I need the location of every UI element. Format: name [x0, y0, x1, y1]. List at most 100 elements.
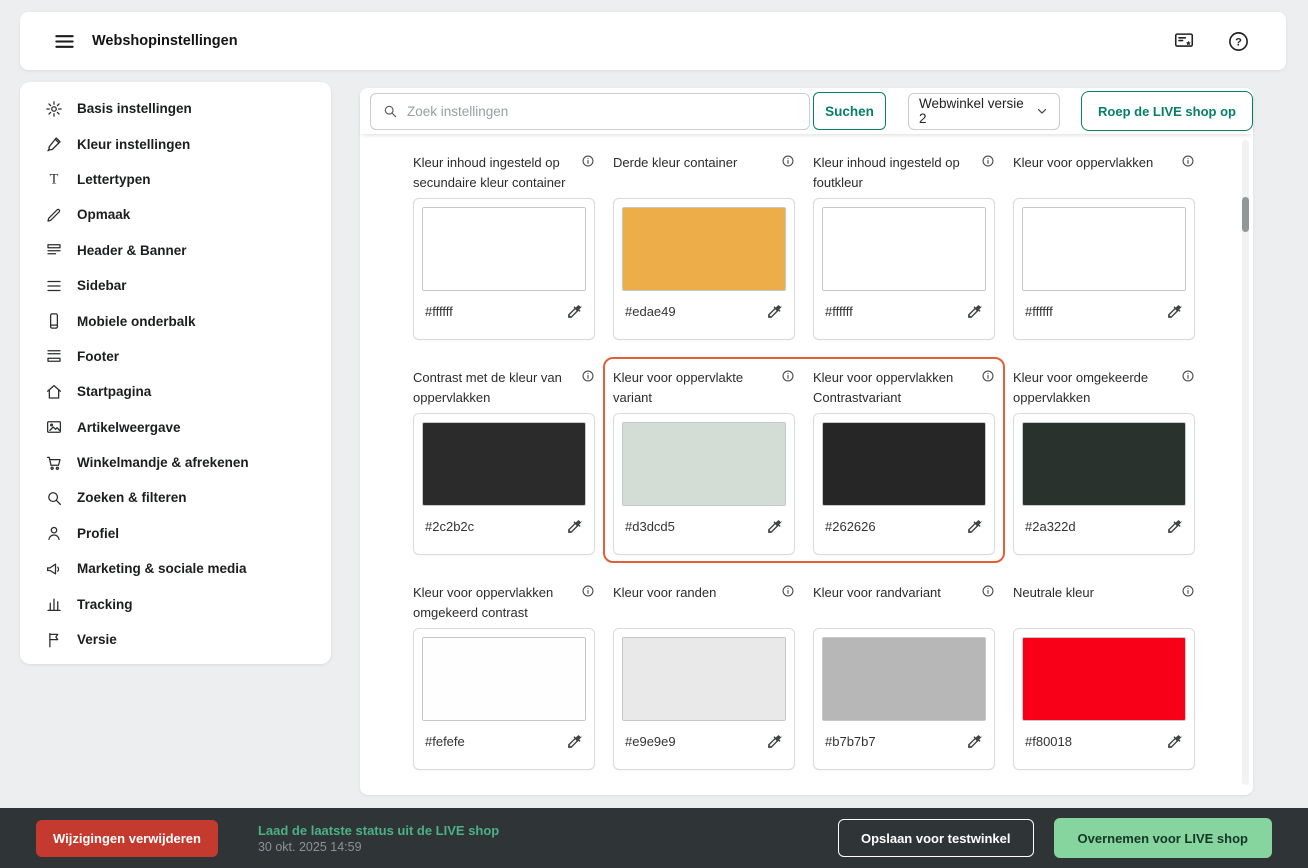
load-live-status-link[interactable]: Laad de laatste status uit de LIVE shop: [258, 823, 499, 838]
info-icon[interactable]: [781, 369, 795, 383]
color-setting-card: Kleur inhoud ingesteld op secundaire kle…: [413, 153, 595, 340]
color-swatch[interactable]: [1022, 422, 1186, 506]
sidebar-item[interactable]: Mobiele onderbalk: [20, 303, 331, 338]
eyedropper-icon[interactable]: [766, 303, 783, 320]
settings-panel: Suchen Webwinkel versie 2 Roep de LIVE s…: [360, 88, 1253, 795]
info-icon[interactable]: [781, 154, 795, 168]
info-icon[interactable]: [1181, 584, 1195, 598]
info-icon[interactable]: [1181, 369, 1195, 383]
sidebar-item[interactable]: Footer: [20, 339, 331, 374]
hex-value: #2a322d: [1025, 519, 1076, 534]
sidebar-item[interactable]: Zoeken & filteren: [20, 480, 331, 515]
settings-search: [370, 93, 810, 130]
eyedropper-icon[interactable]: [966, 518, 983, 535]
eyedropper-icon[interactable]: [1166, 303, 1183, 320]
sidebar-item-label: Marketing & sociale media: [77, 561, 247, 576]
sidebar-item[interactable]: Basis instellingen: [20, 91, 331, 126]
info-icon[interactable]: [581, 154, 595, 168]
eyedropper-icon[interactable]: [566, 518, 583, 535]
apply-live-button[interactable]: Overnemen voor LIVE shop: [1054, 818, 1273, 858]
live-status-date: 30 okt. 2025 14:59: [258, 840, 499, 854]
setting-label: Derde kleur container: [613, 153, 775, 173]
color-swatch[interactable]: [822, 637, 986, 721]
sidebar-item[interactable]: Marketing & sociale media: [20, 551, 331, 586]
setting-label: Kleur inhoud ingesteld op secundaire kle…: [413, 153, 575, 192]
list-icon: [45, 277, 63, 295]
info-icon[interactable]: [981, 584, 995, 598]
color-swatch[interactable]: [622, 637, 786, 721]
sidebar-item[interactable]: Kleur instellingen: [20, 126, 331, 161]
sidebar-item[interactable]: Profiel: [20, 516, 331, 551]
sidebar-item-label: Basis instellingen: [77, 101, 192, 116]
color-swatch[interactable]: [422, 637, 586, 721]
brush-icon: [45, 135, 63, 153]
color-setting-card: Kleur voor randen #e9e9e9: [613, 583, 795, 770]
setting-label: Neutrale kleur: [1013, 583, 1175, 603]
search-input[interactable]: [407, 104, 798, 119]
hex-value: #edae49: [625, 304, 676, 319]
settings-sidebar: Basis instellingen Kleur instellingen T …: [20, 82, 331, 664]
eyedropper-icon[interactable]: [566, 303, 583, 320]
search-button[interactable]: Suchen: [813, 92, 886, 130]
color-swatch[interactable]: [422, 207, 586, 291]
hex-value: #2c2b2c: [425, 519, 474, 534]
sidebar-item[interactable]: Opmaak: [20, 197, 331, 232]
color-setting-card: Kleur voor oppervlakte variant #d3dcd5: [613, 368, 795, 555]
feedback-icon[interactable]: [1173, 30, 1195, 52]
eyedropper-icon[interactable]: [566, 733, 583, 750]
search-icon: [382, 103, 398, 119]
info-icon[interactable]: [781, 584, 795, 598]
sidebar-item[interactable]: Header & Banner: [20, 233, 331, 268]
eyedropper-icon[interactable]: [766, 733, 783, 750]
info-icon[interactable]: [581, 369, 595, 383]
sidebar-item[interactable]: Sidebar: [20, 268, 331, 303]
app-header: Webshopinstellingen ?: [20, 12, 1286, 70]
hex-value: #ffffff: [425, 304, 453, 319]
save-testshop-button[interactable]: Opslaan voor testwinkel: [838, 819, 1034, 857]
sidebar-item[interactable]: Startpagina: [20, 374, 331, 409]
hamburger-menu-icon[interactable]: [53, 30, 76, 53]
scrollbar-track: [1242, 140, 1249, 785]
color-swatch[interactable]: [1022, 637, 1186, 721]
color-swatch[interactable]: [1022, 207, 1186, 291]
help-icon[interactable]: ?: [1227, 30, 1250, 53]
sidebar-item-label: Profiel: [77, 526, 119, 541]
info-icon[interactable]: [581, 584, 595, 598]
color-settings-grid: Kleur inhoud ingesteld op secundaire kle…: [413, 153, 1253, 770]
sidebar-item[interactable]: T Lettertypen: [20, 162, 331, 197]
open-live-shop-button[interactable]: Roep de LIVE shop op: [1081, 91, 1253, 131]
info-icon[interactable]: [981, 369, 995, 383]
sidebar-item[interactable]: Tracking: [20, 586, 331, 621]
setting-label: Kleur voor omgekeerde oppervlakken: [1013, 368, 1175, 407]
eyedropper-icon[interactable]: [1166, 733, 1183, 750]
color-swatch[interactable]: [622, 422, 786, 506]
eyedropper-icon[interactable]: [766, 518, 783, 535]
chevron-down-icon: [1035, 104, 1049, 118]
discard-changes-button[interactable]: Wijzigingen verwijderen: [36, 820, 218, 857]
info-icon[interactable]: [1181, 154, 1195, 168]
sidebar-item[interactable]: Artikelweergave: [20, 410, 331, 445]
sidebar-item-label: Opmaak: [77, 207, 130, 222]
hex-value: #d3dcd5: [625, 519, 675, 534]
scrollbar-thumb[interactable]: [1242, 197, 1249, 232]
color-setting-card: Kleur voor oppervlakken #ffffff: [1013, 153, 1195, 340]
sidebar-item-label: Lettertypen: [77, 172, 151, 187]
version-select-value: Webwinkel versie 2: [919, 96, 1035, 126]
magnifier-icon: [45, 489, 63, 507]
eyedropper-icon[interactable]: [966, 303, 983, 320]
color-swatch[interactable]: [622, 207, 786, 291]
color-swatch[interactable]: [822, 207, 986, 291]
setting-label: Kleur voor oppervlakken: [1013, 153, 1175, 173]
color-swatch[interactable]: [422, 422, 586, 506]
home-icon: [45, 383, 63, 401]
color-swatch[interactable]: [822, 422, 986, 506]
cart-icon: [45, 454, 63, 472]
eyedropper-icon[interactable]: [966, 733, 983, 750]
sidebar-item[interactable]: Winkelmandje & afrekenen: [20, 445, 331, 480]
color-setting-card: Kleur voor omgekeerde oppervlakken #2a32…: [1013, 368, 1195, 555]
eyedropper-icon[interactable]: [1166, 518, 1183, 535]
info-icon[interactable]: [981, 154, 995, 168]
version-select[interactable]: Webwinkel versie 2: [908, 93, 1060, 130]
sidebar-item[interactable]: Versie: [20, 622, 331, 657]
sidebar-item-label: Artikelweergave: [77, 420, 181, 435]
